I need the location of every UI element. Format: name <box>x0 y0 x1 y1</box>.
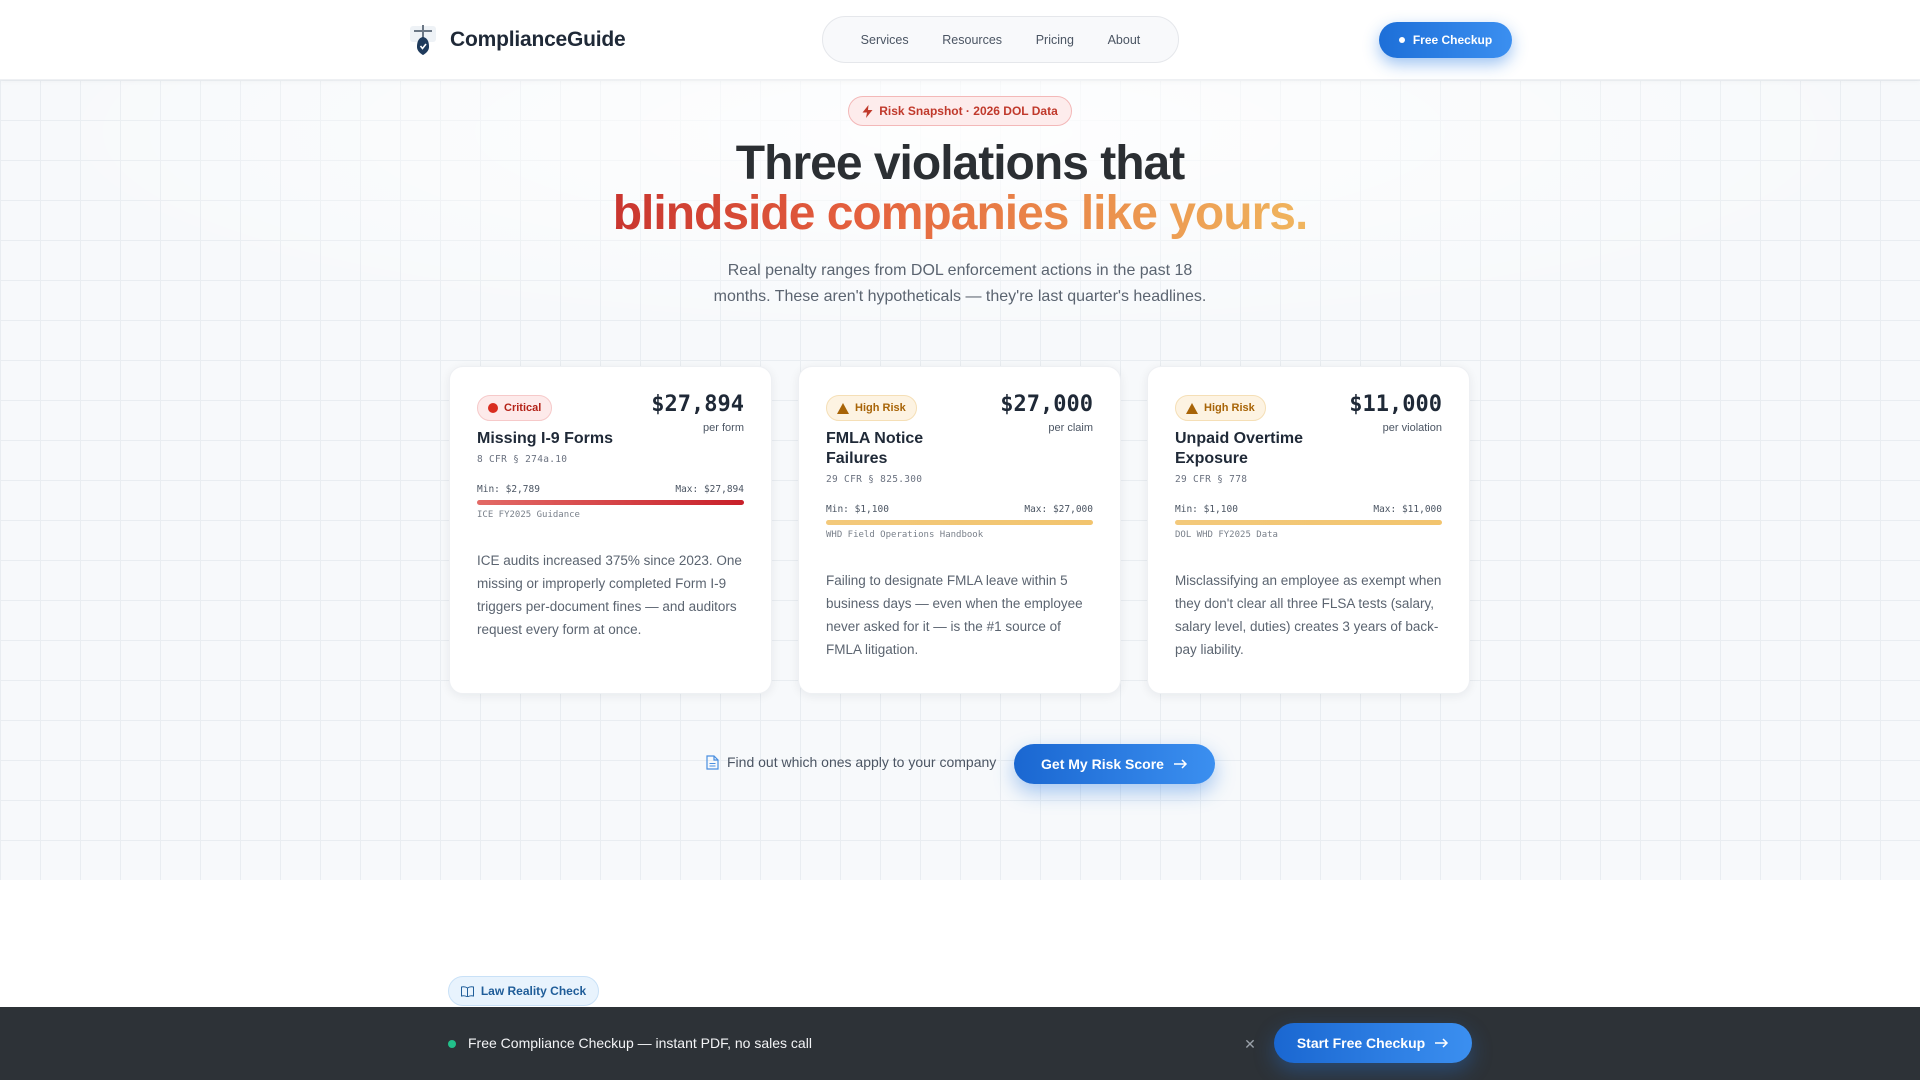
free-checkup-label: Free Checkup <box>1412 33 1493 47</box>
hero-section: Risk Snapshot · 2026 DOL Data Three viol… <box>0 80 1920 880</box>
penalty-amount: $27,000 <box>1000 392 1093 417</box>
site-header: ComplianceGuide Services Resources Prici… <box>0 0 1920 80</box>
risk-snapshot-badge: Risk Snapshot · 2026 DOL Data <box>848 96 1072 126</box>
cta-hint-text: Find out which ones apply to your compan… <box>727 754 997 770</box>
card-description: ICE audits increased 375% since 2023. On… <box>477 553 742 637</box>
high-risk-badge: High Risk <box>826 395 917 421</box>
range-max: Max: $27,894 <box>675 484 744 495</box>
high-risk-badge: High Risk <box>1175 395 1266 421</box>
range-max: Max: $27,000 <box>1024 504 1093 515</box>
risk-button-label: Get My Risk Score <box>1041 756 1164 772</box>
status-dot-icon <box>448 1040 456 1048</box>
nav-pricing[interactable]: Pricing <box>1030 25 1080 55</box>
penalty-range: Min: $2,789 Max: $27,894 <box>477 484 744 495</box>
card-title: FMLA Notice Failures <box>826 430 924 467</box>
penalty-unit: per form <box>703 422 744 434</box>
card-badge-label: High Risk <box>855 402 906 414</box>
card-description: Misclassifying an employee as exempt whe… <box>1175 573 1442 657</box>
range-bar <box>477 500 744 505</box>
penalty-range: Min: $1,100 Max: $11,000 <box>1175 504 1442 515</box>
sticky-bar-text: Free Compliance Checkup — instant PDF, n… <box>468 1035 812 1051</box>
shield-scale-logo-icon <box>410 25 436 55</box>
brand-logo[interactable]: ComplianceGuide <box>408 20 626 60</box>
document-icon <box>706 754 719 770</box>
headline-line2: blindside companies like yours. <box>612 187 1309 240</box>
range-max: Max: $11,000 <box>1373 504 1442 515</box>
range-source: WHD Field Operations Handbook <box>826 530 984 540</box>
nav-resources[interactable]: Resources <box>936 25 1008 55</box>
warning-triangle-icon <box>1186 402 1198 414</box>
close-icon[interactable]: ✕ <box>1242 1036 1258 1052</box>
card-description: Failing to designate FMLA leave within 5… <box>826 573 1083 657</box>
headline-line1: Three violations that <box>735 137 1185 190</box>
hero-headline: Three violations that blindside companie… <box>0 140 1920 242</box>
law-reality-badge: Law Reality Check <box>448 976 599 1006</box>
dot-icon <box>1398 37 1405 43</box>
risk-snapshot-label: Risk Snapshot · 2026 DOL Data <box>879 104 1058 118</box>
range-bar <box>826 520 1093 525</box>
sticky-checkup-bar: Free Compliance Checkup — instant PDF, n… <box>0 1007 1920 1080</box>
violation-card-i9: Critical $27,894 per form Missing I-9 Fo… <box>449 366 772 694</box>
violation-card-fmla: High Risk $27,000 per claim FMLA Notice … <box>798 366 1121 694</box>
violation-card-overtime: High Risk $11,000 per violation Unpaid O… <box>1147 366 1470 694</box>
arrow-right-icon <box>1435 1038 1449 1048</box>
get-risk-score-button[interactable]: Get My Risk Score <box>1014 744 1215 784</box>
penalty-range: Min: $1,100 Max: $27,000 <box>826 504 1093 515</box>
cfr-citation: 8 CFR § 274a.10 <box>477 454 568 465</box>
range-min: Min: $1,100 <box>826 504 889 515</box>
penalty-amount: $27,894 <box>651 392 744 417</box>
card-badge-label: Critical <box>504 402 542 414</box>
brand-name: ComplianceGuide <box>450 28 626 51</box>
card-badge-label: High Risk <box>1204 402 1255 414</box>
start-checkup-label: Start Free Checkup <box>1296 1035 1426 1051</box>
lightning-icon <box>862 104 873 118</box>
range-source: DOL WHD FY2025 Data <box>1175 530 1278 540</box>
hero-subtitle: Real penalty ranges from DOL enforcement… <box>713 262 1207 305</box>
book-open-icon <box>460 985 474 997</box>
penalty-unit: per claim <box>1048 422 1093 434</box>
range-min: Min: $1,100 <box>1175 504 1238 515</box>
nav-services[interactable]: Services <box>855 25 915 55</box>
card-title: Unpaid Overtime Exposure <box>1175 430 1304 467</box>
penalty-amount: $11,000 <box>1349 392 1442 417</box>
start-free-checkup-button[interactable]: Start Free Checkup <box>1274 1023 1472 1063</box>
alert-circle-icon <box>488 403 498 413</box>
cfr-citation: 29 CFR § 778 <box>1175 474 1248 485</box>
nav-about[interactable]: About <box>1102 25 1147 55</box>
warning-triangle-icon <box>837 402 849 414</box>
cta-hint: Find out which ones apply to your compan… <box>706 754 996 770</box>
critical-badge: Critical <box>477 395 553 421</box>
penalty-unit: per violation <box>1382 422 1442 434</box>
risk-cta-row: Find out which ones apply to your compan… <box>0 744 1920 784</box>
free-checkup-button[interactable]: Free Checkup <box>1379 22 1512 58</box>
range-bar <box>1175 520 1442 525</box>
main-nav: Services Resources Pricing About <box>822 16 1179 63</box>
law-reality-label: Law Reality Check <box>480 984 587 998</box>
range-min: Min: $2,789 <box>477 484 540 495</box>
arrow-right-icon <box>1173 759 1188 769</box>
range-source: ICE FY2025 Guidance <box>477 510 580 520</box>
cfr-citation: 29 CFR § 825.300 <box>826 474 923 485</box>
card-title: Missing I-9 Forms <box>477 430 614 447</box>
